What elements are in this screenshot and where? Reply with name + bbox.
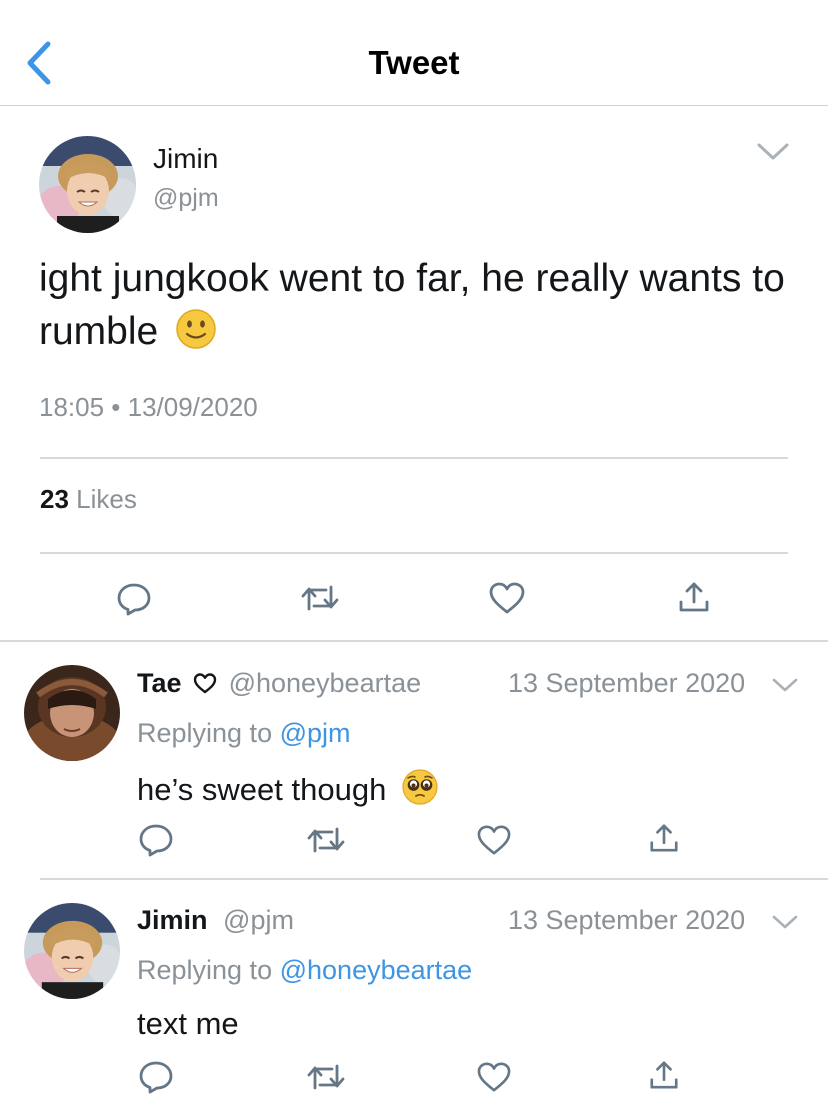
like-icon (477, 825, 511, 855)
retweet-icon (307, 1064, 345, 1090)
share-button[interactable] (648, 1059, 680, 1091)
likes-label: Likes (76, 484, 137, 514)
pleading-face-emoji (402, 769, 438, 805)
replying-to-label: Replying to (137, 718, 273, 748)
avatar[interactable] (39, 136, 136, 233)
reply-body: text me (137, 1006, 239, 1041)
replying-to: Replying to @honeybeartae (137, 955, 472, 986)
like-icon (489, 582, 525, 614)
replying-to-label: Replying to (137, 955, 273, 985)
divider (40, 552, 788, 554)
share-button[interactable] (677, 580, 711, 614)
reply-text: text me (137, 1006, 239, 1042)
tweet-text: ight jungkook went to far, he really wan… (39, 252, 799, 358)
author-handle[interactable]: @pjm (153, 184, 219, 213)
reply-menu-button[interactable] (772, 914, 798, 930)
reply-author-handle[interactable]: @honeybeartae (229, 668, 422, 698)
like-button[interactable] (488, 581, 526, 615)
reply-button[interactable] (138, 822, 174, 858)
retweet-icon (307, 827, 345, 853)
divider (40, 878, 828, 880)
reply-header: Jimin @pjm (137, 905, 294, 936)
reply-button[interactable] (116, 581, 152, 617)
share-icon (679, 582, 709, 612)
like-icon (477, 1062, 511, 1092)
retweet-button[interactable] (306, 1062, 346, 1092)
tweet-detail-screen: Tweet Jimin @pjm ight jungkook went to f… (0, 0, 828, 1111)
replying-to: Replying to @pjm (137, 718, 351, 749)
reply-header: Tae @honeybeartae (137, 668, 421, 699)
page-title: Tweet (368, 44, 460, 81)
heart-outline-icon (193, 673, 217, 694)
reply-icon (139, 824, 173, 857)
nav-header: Tweet (0, 0, 828, 106)
retweet-button[interactable] (300, 583, 340, 613)
author-name[interactable]: Jimin (153, 143, 218, 175)
slightly-smiling-face-emoji (176, 309, 216, 349)
chevron-down-icon (772, 678, 798, 692)
tweet-menu-button[interactable] (756, 141, 790, 163)
reply-icon (139, 1061, 173, 1094)
avatar[interactable] (24, 903, 120, 999)
reply-author-name[interactable]: Jimin (137, 905, 208, 935)
chevron-down-icon (757, 143, 789, 160)
avatar[interactable] (24, 665, 120, 761)
share-button[interactable] (648, 822, 680, 854)
retweet-icon (301, 585, 339, 611)
tweet-body: ight jungkook went to far, he really wan… (39, 257, 785, 353)
reply-date: 13 September 2020 (508, 905, 746, 935)
reply-text: he’s sweet though (137, 768, 439, 808)
share-icon (650, 1061, 678, 1089)
divider (0, 640, 828, 642)
reply-button[interactable] (138, 1059, 174, 1095)
likes-stat[interactable]: 23 Likes (40, 484, 137, 515)
retweet-button[interactable] (306, 825, 346, 855)
reply-author-handle[interactable]: @pjm (223, 905, 294, 935)
share-icon (650, 824, 678, 852)
replying-to-link[interactable]: @honeybeartae (280, 955, 473, 985)
like-button[interactable] (476, 824, 512, 856)
like-button[interactable] (476, 1061, 512, 1093)
reply-date: 13 September 2020 (508, 668, 746, 698)
replying-to-link[interactable]: @pjm (280, 718, 351, 748)
reply-author-name[interactable]: Tae (137, 668, 182, 698)
reply-icon (117, 583, 151, 616)
reply-menu-button[interactable] (772, 677, 798, 693)
reply-body: he’s sweet though (137, 772, 387, 807)
chevron-down-icon (772, 915, 798, 929)
divider (40, 457, 788, 459)
tweet-timestamp: 18:05 • 13/09/2020 (39, 392, 258, 422)
likes-count: 23 (40, 484, 69, 514)
